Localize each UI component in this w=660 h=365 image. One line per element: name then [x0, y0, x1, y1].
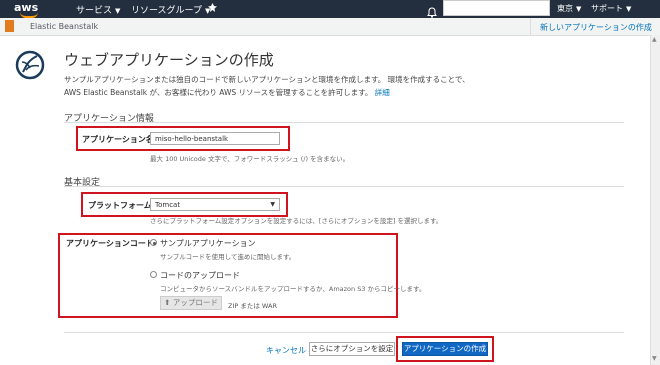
- platform-select[interactable]: Tomcat ▼: [150, 198, 280, 211]
- cancel-button[interactable]: キャンセル: [266, 345, 306, 356]
- chevron-down-icon: ▼: [115, 7, 121, 15]
- header-divider: [530, 18, 531, 35]
- learn-more-link[interactable]: 詳細: [375, 88, 390, 97]
- elastic-beanstalk-icon: [5, 20, 14, 32]
- create-application-button[interactable]: アプリケーションの作成: [402, 342, 488, 356]
- app-name-input[interactable]: miso-hello-beanstalk: [150, 132, 280, 145]
- sample-app-label[interactable]: サンプルアプリケーション: [160, 238, 256, 249]
- sample-app-radio[interactable]: [150, 239, 157, 246]
- upload-icon: ⬆: [164, 298, 171, 307]
- top-nav: aws サービス ▼ リソースグループ ▼ 東京 ▼ サポート ▼: [0, 0, 660, 18]
- scroll-up-icon[interactable]: ▲: [652, 36, 657, 43]
- intro-body: サンプルアプリケーションまたは独自のコードで新しいアプリケーションと環境を作成し…: [64, 75, 470, 97]
- beanstalk-globe-icon: [15, 50, 45, 80]
- page-title: ウェブアプリケーションの作成: [64, 51, 274, 69]
- account-search-box[interactable]: [443, 0, 550, 16]
- vertical-scrollbar[interactable]: [650, 35, 660, 365]
- resource-groups-menu[interactable]: リソースグループ ▼: [131, 3, 210, 16]
- sample-app-hint: サンプルコードを使用して進めに開始します。: [160, 253, 296, 261]
- chevron-down-icon: ▼: [270, 201, 275, 208]
- section-divider: [64, 122, 624, 123]
- footer-divider: [64, 332, 624, 333]
- app-name-hint: 最大 100 Unicode 文字で、フォワードスラッシュ (/) を含まない。: [150, 155, 350, 163]
- support-label: サポート: [591, 4, 623, 13]
- platform-hint: さらにプラットフォーム設定オプションを設定するには、[さらにオプションを設定] …: [150, 217, 443, 225]
- bell-icon[interactable]: [427, 3, 437, 18]
- section-divider: [64, 186, 624, 187]
- services-label: サービス: [76, 6, 113, 16]
- upload-button[interactable]: ⬆ アップロード: [160, 296, 222, 310]
- chevron-down-icon: ▼: [626, 5, 632, 13]
- aws-logo[interactable]: aws: [14, 1, 58, 18]
- upload-file-types: ZIP または WAR: [228, 302, 277, 310]
- upload-code-hint: コンピュータからソースバンドルをアップロードするか、Amazon S3 からコピ…: [160, 285, 426, 293]
- support-menu[interactable]: サポート ▼: [591, 3, 631, 14]
- service-name[interactable]: Elastic Beanstalk: [30, 22, 98, 31]
- platform-selected-value: Tomcat: [155, 201, 181, 209]
- pin-icon[interactable]: [208, 3, 217, 16]
- region-label: 東京: [557, 4, 573, 13]
- resource-groups-label: リソースグループ: [131, 6, 203, 16]
- beanstalk-globe-svg: [15, 50, 45, 80]
- upload-code-radio[interactable]: [150, 271, 157, 278]
- upload-code-label[interactable]: コードのアップロード: [160, 270, 240, 281]
- new-application-link[interactable]: 新しいアプリケーションの作成: [540, 22, 652, 33]
- intro-text: サンプルアプリケーションまたは独自のコードで新しいアプリケーションと環境を作成し…: [64, 73, 484, 99]
- pin-icon-svg: [208, 3, 217, 12]
- services-menu[interactable]: サービス ▼: [76, 3, 120, 16]
- chevron-down-icon: ▼: [576, 5, 582, 13]
- bell-icon-svg: [427, 7, 437, 18]
- app-name-label: アプリケーション名: [82, 135, 154, 144]
- scroll-down-icon[interactable]: ▼: [652, 355, 657, 362]
- region-menu[interactable]: 東京 ▼: [557, 3, 581, 14]
- more-options-button[interactable]: さらにオプションを設定: [309, 342, 395, 356]
- app-code-label: アプリケーションコード: [66, 239, 154, 248]
- upload-button-label: アップロード: [172, 298, 218, 307]
- platform-label: プラットフォーム: [88, 201, 152, 210]
